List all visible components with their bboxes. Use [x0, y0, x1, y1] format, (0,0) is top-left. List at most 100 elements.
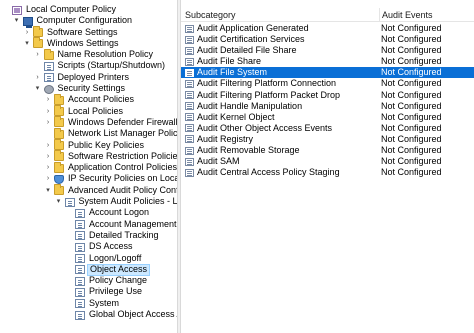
tree-item-application-control[interactable]: › Application Control Policies	[0, 161, 177, 173]
tree-item-label: Name Resolution Policy	[57, 49, 154, 60]
tree-item-label: Local Policies	[68, 105, 124, 116]
tree-item-deployed-printers[interactable]: › Deployed Printers	[0, 72, 177, 83]
audit-events-value: Not Configured	[381, 78, 442, 89]
tree-item-name-resolution-policy[interactable]: › Name Resolution Policy	[0, 48, 177, 60]
policy-setting-icon	[185, 146, 194, 155]
list-row[interactable]: Audit Registry Not Configured	[181, 134, 474, 145]
tree-item-label: Application Control Policies	[68, 162, 177, 173]
doc-icon	[75, 242, 85, 252]
tree-item-account-policies[interactable]: › Account Policies	[0, 93, 177, 105]
doc-icon	[43, 73, 54, 83]
subcategory-name: Audit Detailed File Share	[197, 45, 297, 56]
collapsed-chevron-icon[interactable]: ›	[44, 140, 52, 151]
expanded-chevron-icon[interactable]: ▾	[55, 196, 63, 207]
list-row[interactable]: Audit Application Generated Not Configure…	[181, 23, 474, 34]
list-row[interactable]: Audit Detailed File Share Not Configured	[181, 45, 474, 56]
tree-item-advanced-audit-policy[interactable]: ▾ Advanced Audit Policy Configu	[0, 184, 177, 196]
collapsed-chevron-icon[interactable]: ›	[23, 27, 31, 38]
audit-events-value: Not Configured	[381, 34, 442, 45]
tree-item-windows-defender-firewall[interactable]: › Windows Defender Firewall wi	[0, 116, 177, 128]
list-row[interactable]: Audit Other Object Access Events Not Conf…	[181, 123, 474, 134]
folder-icon	[54, 184, 64, 196]
tree-item-scripts[interactable]: Scripts (Startup/Shutdown)	[0, 60, 177, 71]
policy-setting-icon	[185, 102, 194, 111]
audit-events-value: Not Configured	[381, 167, 442, 178]
collapsed-chevron-icon[interactable]: ›	[44, 94, 52, 105]
tree-item-network-list-manager[interactable]: Network List Manager Policies	[0, 127, 177, 139]
tree-item-label: IP Security Policies on Local C	[68, 173, 177, 184]
tree-item-label: Public Key Policies	[68, 139, 145, 150]
list-row[interactable]: Audit File Share Not Configured	[181, 56, 474, 67]
tree-item-label: Policy Change	[89, 275, 148, 286]
column-header-subcategory[interactable]: Subcategory	[185, 8, 377, 22]
subcategory-name: Audit File Share	[197, 56, 262, 67]
subcategory-name: Audit Handle Manipulation	[197, 100, 303, 111]
audit-events-value: Not Configured	[381, 56, 442, 67]
subcategory-name: Audit Kernel Object	[197, 111, 275, 122]
collapsed-chevron-icon[interactable]: ›	[44, 151, 52, 162]
doc-icon	[75, 254, 85, 264]
doc-icon	[75, 231, 85, 241]
tree-item-ds-access[interactable]: DS Access	[0, 241, 177, 252]
tree-item-system[interactable]: System	[0, 298, 177, 309]
list-row[interactable]: Audit Kernel Object Not Configured	[181, 112, 474, 123]
policy-setting-icon	[185, 35, 194, 44]
list-header: Subcategory Audit Events	[181, 8, 474, 22]
tree-item-label: Network List Manager Policies	[68, 128, 177, 139]
subcategory-name: Audit Filtering Platform Connection	[197, 78, 337, 89]
list-row[interactable]: Audit Handle Manipulation Not Configured	[181, 101, 474, 112]
collapsed-chevron-icon[interactable]: ›	[34, 49, 42, 60]
tree-item-label: Privilege Use	[89, 286, 143, 297]
list-row[interactable]: Audit Central Access Policy Staging Not C…	[181, 167, 474, 178]
tree-item-policy-change[interactable]: Policy Change	[0, 275, 177, 286]
tree-item-logon-logoff[interactable]: Logon/Logoff	[0, 253, 177, 264]
tree-item-label: Security Settings	[57, 83, 126, 94]
column-header-audit-events[interactable]: Audit Events	[379, 8, 474, 22]
tree-item-computer-configuration[interactable]: ▾ Computer Configuration	[0, 15, 177, 28]
policy-setting-icon	[185, 79, 194, 88]
collapsed-chevron-icon[interactable]: ›	[34, 72, 42, 83]
collapsed-chevron-icon[interactable]: ›	[44, 173, 52, 184]
subcategory-name: Audit Filtering Platform Packet Drop	[197, 89, 341, 100]
expanded-chevron-icon[interactable]: ▾	[34, 83, 42, 94]
tree-item-windows-settings[interactable]: ▾ Windows Settings	[0, 37, 177, 49]
list-row[interactable]: Audit Removable Storage Not Configured	[181, 145, 474, 156]
tree-item-software-settings[interactable]: › Software Settings	[0, 26, 177, 38]
folder-icon	[54, 93, 64, 105]
expanded-chevron-icon[interactable]: ▾	[23, 38, 31, 49]
tree-item-label: Object Access	[87, 264, 151, 276]
tree-item-account-management[interactable]: Account Management	[0, 219, 177, 230]
tree-item-ip-security-policies[interactable]: › IP Security Policies on Local C	[0, 173, 177, 184]
tree-item-system-audit-policies[interactable]: ▾ System Audit Policies - Loc	[0, 196, 177, 207]
list-row[interactable]: Audit SAM Not Configured	[181, 156, 474, 167]
tree-item-label: Scripts (Startup/Shutdown)	[57, 60, 166, 71]
tree-item-object-access[interactable]: Object Access	[0, 264, 177, 276]
folder-icon	[54, 161, 64, 173]
doc-icon	[75, 299, 85, 309]
list-row[interactable]: Audit Certification Services Not Configur…	[181, 34, 474, 45]
tree-item-label: Account Logon	[89, 207, 150, 218]
collapsed-chevron-icon[interactable]: ›	[44, 117, 52, 128]
collapsed-chevron-icon[interactable]: ›	[44, 106, 52, 117]
expanded-chevron-icon[interactable]: ▾	[44, 185, 52, 196]
list-row[interactable]: Audit Filtering Platform Packet Drop Not …	[181, 90, 474, 101]
subcategory-name: Audit Central Access Policy Staging	[197, 167, 340, 178]
tree-item-public-key-policies[interactable]: › Public Key Policies	[0, 139, 177, 151]
tree-item-local-policies[interactable]: › Local Policies	[0, 105, 177, 117]
policy-setting-icon	[185, 24, 194, 33]
tree-item-software-restriction[interactable]: › Software Restriction Policies	[0, 150, 177, 162]
collapsed-chevron-icon[interactable]: ›	[44, 162, 52, 173]
list-row[interactable]: Audit Filtering Platform Connection Not C…	[181, 78, 474, 89]
policy-setting-icon	[185, 157, 194, 166]
policy-setting-icon	[185, 113, 194, 122]
tree-item-privilege-use[interactable]: Privilege Use	[0, 286, 177, 297]
tree-item-label: Software Restriction Policies	[68, 150, 177, 161]
policy-icon	[12, 5, 22, 15]
tree-item-detailed-tracking[interactable]: Detailed Tracking	[0, 230, 177, 241]
tree-item-global-object-access[interactable]: Global Object Access A	[0, 309, 177, 320]
tree-item-local-computer-policy[interactable]: Local Computer Policy	[0, 4, 177, 15]
tree-item-security-settings[interactable]: ▾ Security Settings	[0, 83, 177, 94]
expanded-chevron-icon[interactable]: ▾	[13, 15, 21, 26]
tree-item-account-logon[interactable]: Account Logon	[0, 207, 177, 218]
list-row[interactable]: Audit File System Not Configured	[181, 67, 474, 79]
